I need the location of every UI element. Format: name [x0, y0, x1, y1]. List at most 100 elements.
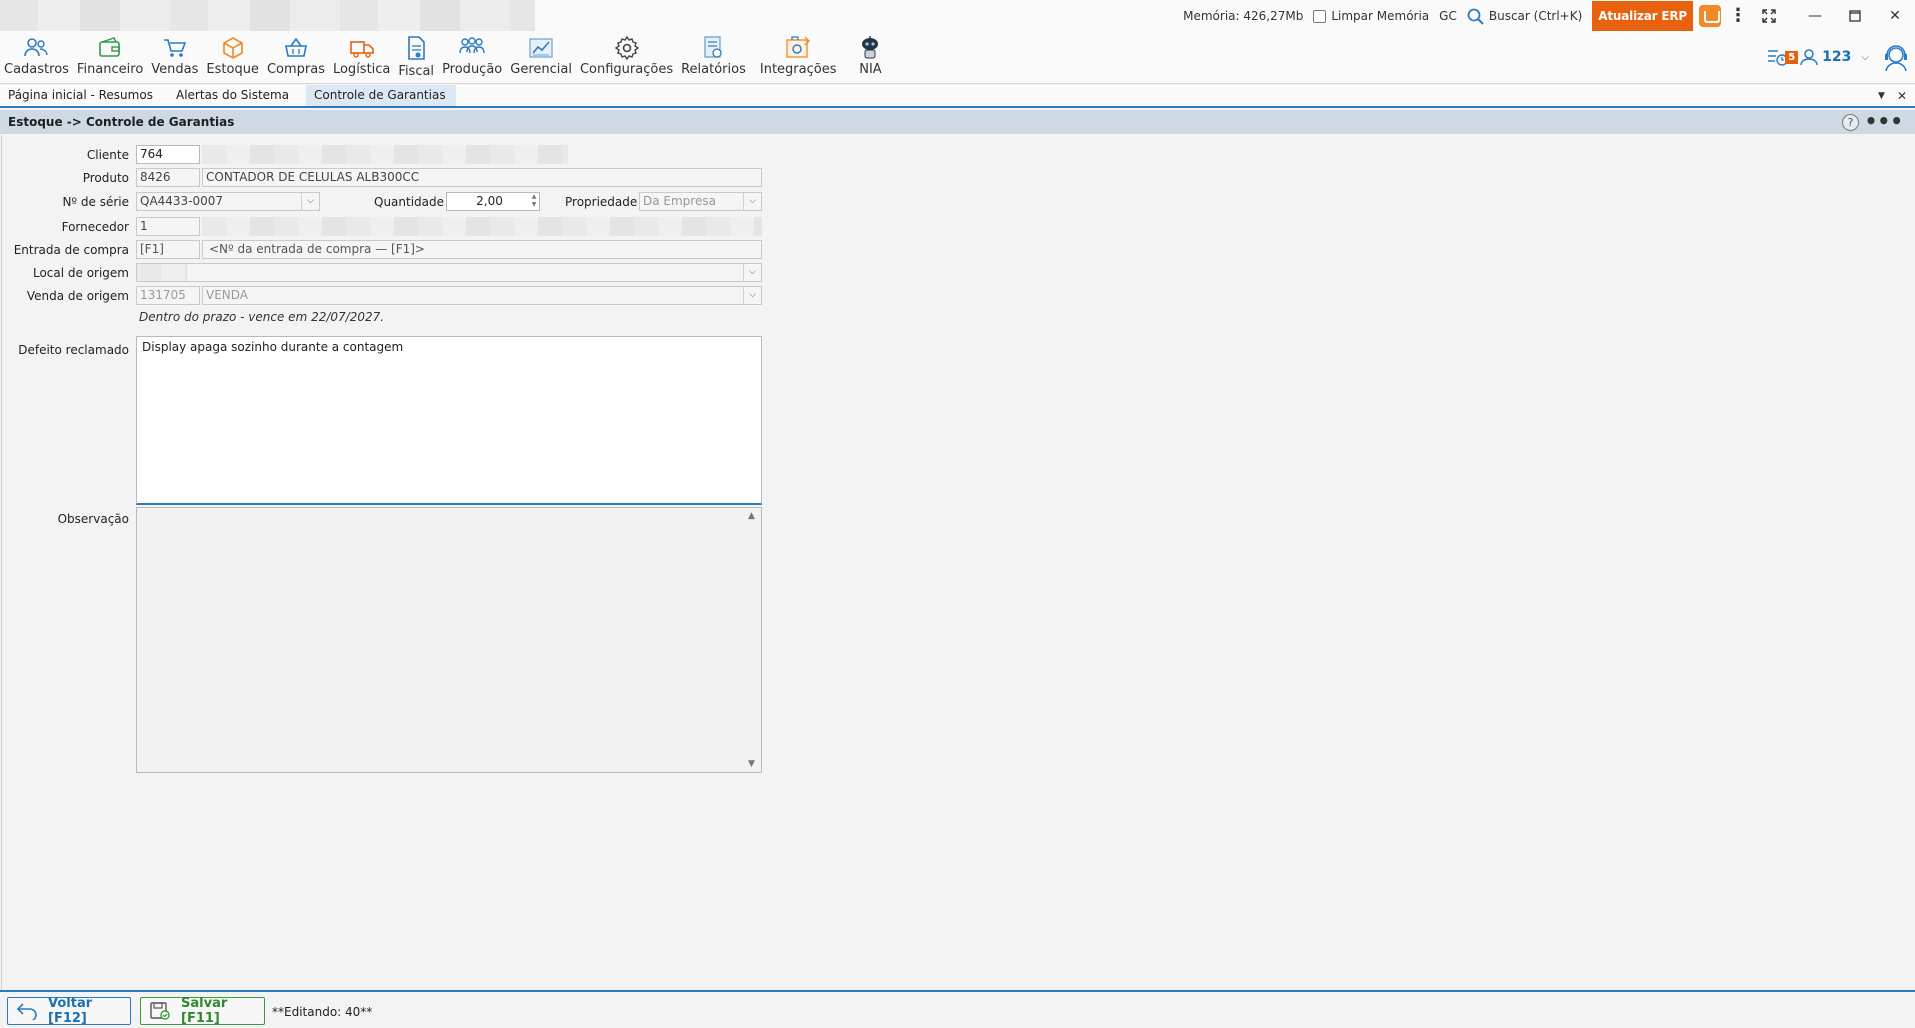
fornecedor-code-input[interactable]: 1: [136, 217, 200, 236]
defeito-textarea[interactable]: Display apaga sozinho durante a contagem: [136, 336, 762, 505]
box-icon: [222, 37, 243, 59]
save-button[interactable]: Salvar [F11]: [140, 996, 265, 1026]
checkbox-icon[interactable]: [1313, 9, 1327, 23]
menu-item-logistica[interactable]: Logística: [333, 34, 390, 79]
warranty-form: Cliente 764 Produto 8426 CONTADOR DE CEL…: [1, 135, 1914, 990]
fornecedor-label: Fornecedor: [61, 220, 129, 234]
local-value-redacted: [137, 264, 187, 281]
chevron-down-icon[interactable]: ⌵: [743, 264, 761, 281]
menu-item-vendas[interactable]: Vendas: [151, 34, 198, 79]
venda-code-input[interactable]: 131705: [136, 286, 200, 305]
form-footer: Voltar [F12] Salvar [F11] **Editando: 40…: [0, 990, 1915, 1028]
entrada-label: Entrada de compra: [13, 243, 129, 257]
gc-button[interactable]: GC: [1439, 9, 1457, 23]
chevron-down-icon[interactable]: ⌵: [743, 287, 761, 304]
serie-select[interactable]: QA4433-0007 ⌵: [136, 192, 320, 211]
menu-item-configuracoes[interactable]: Configurações: [580, 34, 673, 79]
user-icon[interactable]: [1800, 48, 1818, 66]
entrada-description-input[interactable]: <Nº da entrada de compra — [F1]>: [202, 240, 762, 259]
produto-label: Produto: [82, 171, 129, 185]
menu-item-producao[interactable]: Produção: [442, 34, 502, 79]
cliente-code-input[interactable]: 764: [136, 145, 200, 164]
more-options-icon[interactable]: •••: [1865, 110, 1903, 132]
scroll-up-icon[interactable]: ▲: [748, 511, 755, 521]
observacao-label: Observação: [57, 512, 129, 526]
entrada-code-input[interactable]: [F1]: [136, 240, 200, 259]
title-bar-tools: Memória: 426,27Mb Limpar Memória GC Busc…: [1183, 0, 1915, 32]
title-bar: Memória: 426,27Mb Limpar Memória GC Busc…: [0, 0, 1915, 32]
user-count[interactable]: 123: [1822, 49, 1851, 65]
scroll-down-icon[interactable]: ▼: [748, 759, 755, 769]
produto-name-field[interactable]: CONTADOR DE CELULAS ALB300CC: [202, 168, 762, 187]
venda-type-select[interactable]: VENDA ⌵: [202, 286, 762, 305]
update-erp-button[interactable]: Atualizar ERP: [1592, 1, 1693, 31]
page-header: Estoque -> Controle de Garantias ? •••: [0, 110, 1915, 134]
observacao-scrollbar[interactable]: ▲ ▼: [745, 508, 761, 772]
serie-value: QA4433-0007: [140, 194, 224, 208]
quantidade-label: Quantidade: [374, 195, 445, 209]
produto-code-input[interactable]: 8426: [136, 168, 200, 187]
help-icon[interactable]: ?: [1842, 114, 1859, 131]
document-tabs: Página inicial - Resumos Alertas do Sist…: [0, 85, 1915, 108]
menu-item-relatorios[interactable]: Relatórios: [681, 34, 746, 79]
search-button[interactable]: Buscar (Ctrl+K): [1467, 8, 1582, 25]
chart-icon: [529, 38, 553, 58]
venda-label: Venda de origem: [26, 289, 129, 303]
quantidade-value: 2,00: [476, 194, 503, 208]
chevron-down-icon[interactable]: ⌵: [743, 193, 761, 210]
document-icon: [408, 36, 426, 60]
back-arrow-icon: [16, 1003, 37, 1020]
notification-badge[interactable]: 5: [1785, 50, 1799, 64]
main-menu: Cadastros Financeiro Vendas Estoque Comp…: [4, 34, 890, 79]
chevron-down-icon[interactable]: ⌵: [301, 193, 319, 210]
kebab-menu-icon[interactable]: ⋮: [1729, 7, 1747, 25]
book-icon[interactable]: [1699, 5, 1721, 27]
warranty-status-note: Dentro do prazo - vence em 22/07/2027.: [139, 310, 385, 324]
menu-label: Logística: [332, 62, 391, 77]
window-title-redacted: [0, 0, 535, 31]
robot-icon: [862, 36, 879, 59]
gear-icon: [614, 35, 639, 61]
clear-memory-checkbox[interactable]: Limpar Memória: [1313, 9, 1429, 23]
back-button[interactable]: Voltar [F12]: [7, 996, 131, 1026]
search-label: Buscar (Ctrl+K): [1488, 9, 1583, 23]
page-title: Estoque -> Controle de Garantias: [8, 115, 235, 129]
menu-label: Estoque: [206, 62, 259, 77]
menu-label: Vendas: [151, 62, 199, 77]
tab-pagina-inicial[interactable]: Página inicial - Resumos: [0, 85, 161, 106]
spinner-arrows-icon[interactable]: ▲ ▼: [529, 193, 539, 210]
propriedade-select[interactable]: Da Empresa ⌵: [639, 192, 762, 211]
local-label: Local de origem: [32, 266, 129, 280]
fullscreen-icon[interactable]: [1755, 0, 1783, 32]
menu-item-gerencial[interactable]: Gerencial: [510, 34, 572, 79]
observacao-textarea[interactable]: ▲ ▼: [136, 507, 762, 773]
maximize-icon[interactable]: [1835, 0, 1875, 32]
back-button-label: Voltar [F12]: [48, 996, 93, 1026]
menu-item-integracoes[interactable]: Integrações: [759, 34, 837, 79]
venda-type-value: VENDA: [206, 288, 249, 302]
menu-label: Fiscal: [398, 64, 435, 79]
local-select[interactable]: ⌵: [136, 263, 762, 282]
menu-item-compras[interactable]: Compras: [267, 34, 325, 79]
tab-alertas[interactable]: Alertas do Sistema: [168, 85, 297, 106]
tab-list-dropdown-icon[interactable]: ▼: [1878, 91, 1885, 101]
menu-item-estoque[interactable]: Estoque: [206, 34, 259, 79]
cart-icon: [163, 39, 186, 57]
menu-label: Relatórios: [681, 62, 746, 77]
menu-label: Cadastros: [4, 62, 69, 77]
menu-label: Integrações: [759, 62, 837, 77]
close-icon[interactable]: ✕: [1875, 0, 1915, 32]
close-tab-icon[interactable]: ✕: [1897, 89, 1907, 103]
quantidade-input[interactable]: 2,00 ▲ ▼: [446, 192, 540, 211]
menu-item-financeiro[interactable]: Financeiro: [77, 34, 143, 79]
support-agent-icon[interactable]: [1881, 42, 1911, 72]
minimize-icon[interactable]: —: [1795, 0, 1835, 32]
menu-label: Configurações: [579, 62, 674, 77]
tab-controle-garantias[interactable]: Controle de Garantias: [306, 85, 456, 106]
menu-item-nia[interactable]: NIA: [858, 34, 882, 79]
main-ribbon: Cadastros Financeiro Vendas Estoque Comp…: [0, 32, 1915, 84]
menu-item-cadastros[interactable]: Cadastros: [4, 34, 69, 79]
menu-label: NIA: [859, 62, 882, 77]
menu-item-fiscal[interactable]: Fiscal: [398, 34, 434, 79]
chevron-down-icon[interactable]: ⌵: [1861, 52, 1869, 63]
